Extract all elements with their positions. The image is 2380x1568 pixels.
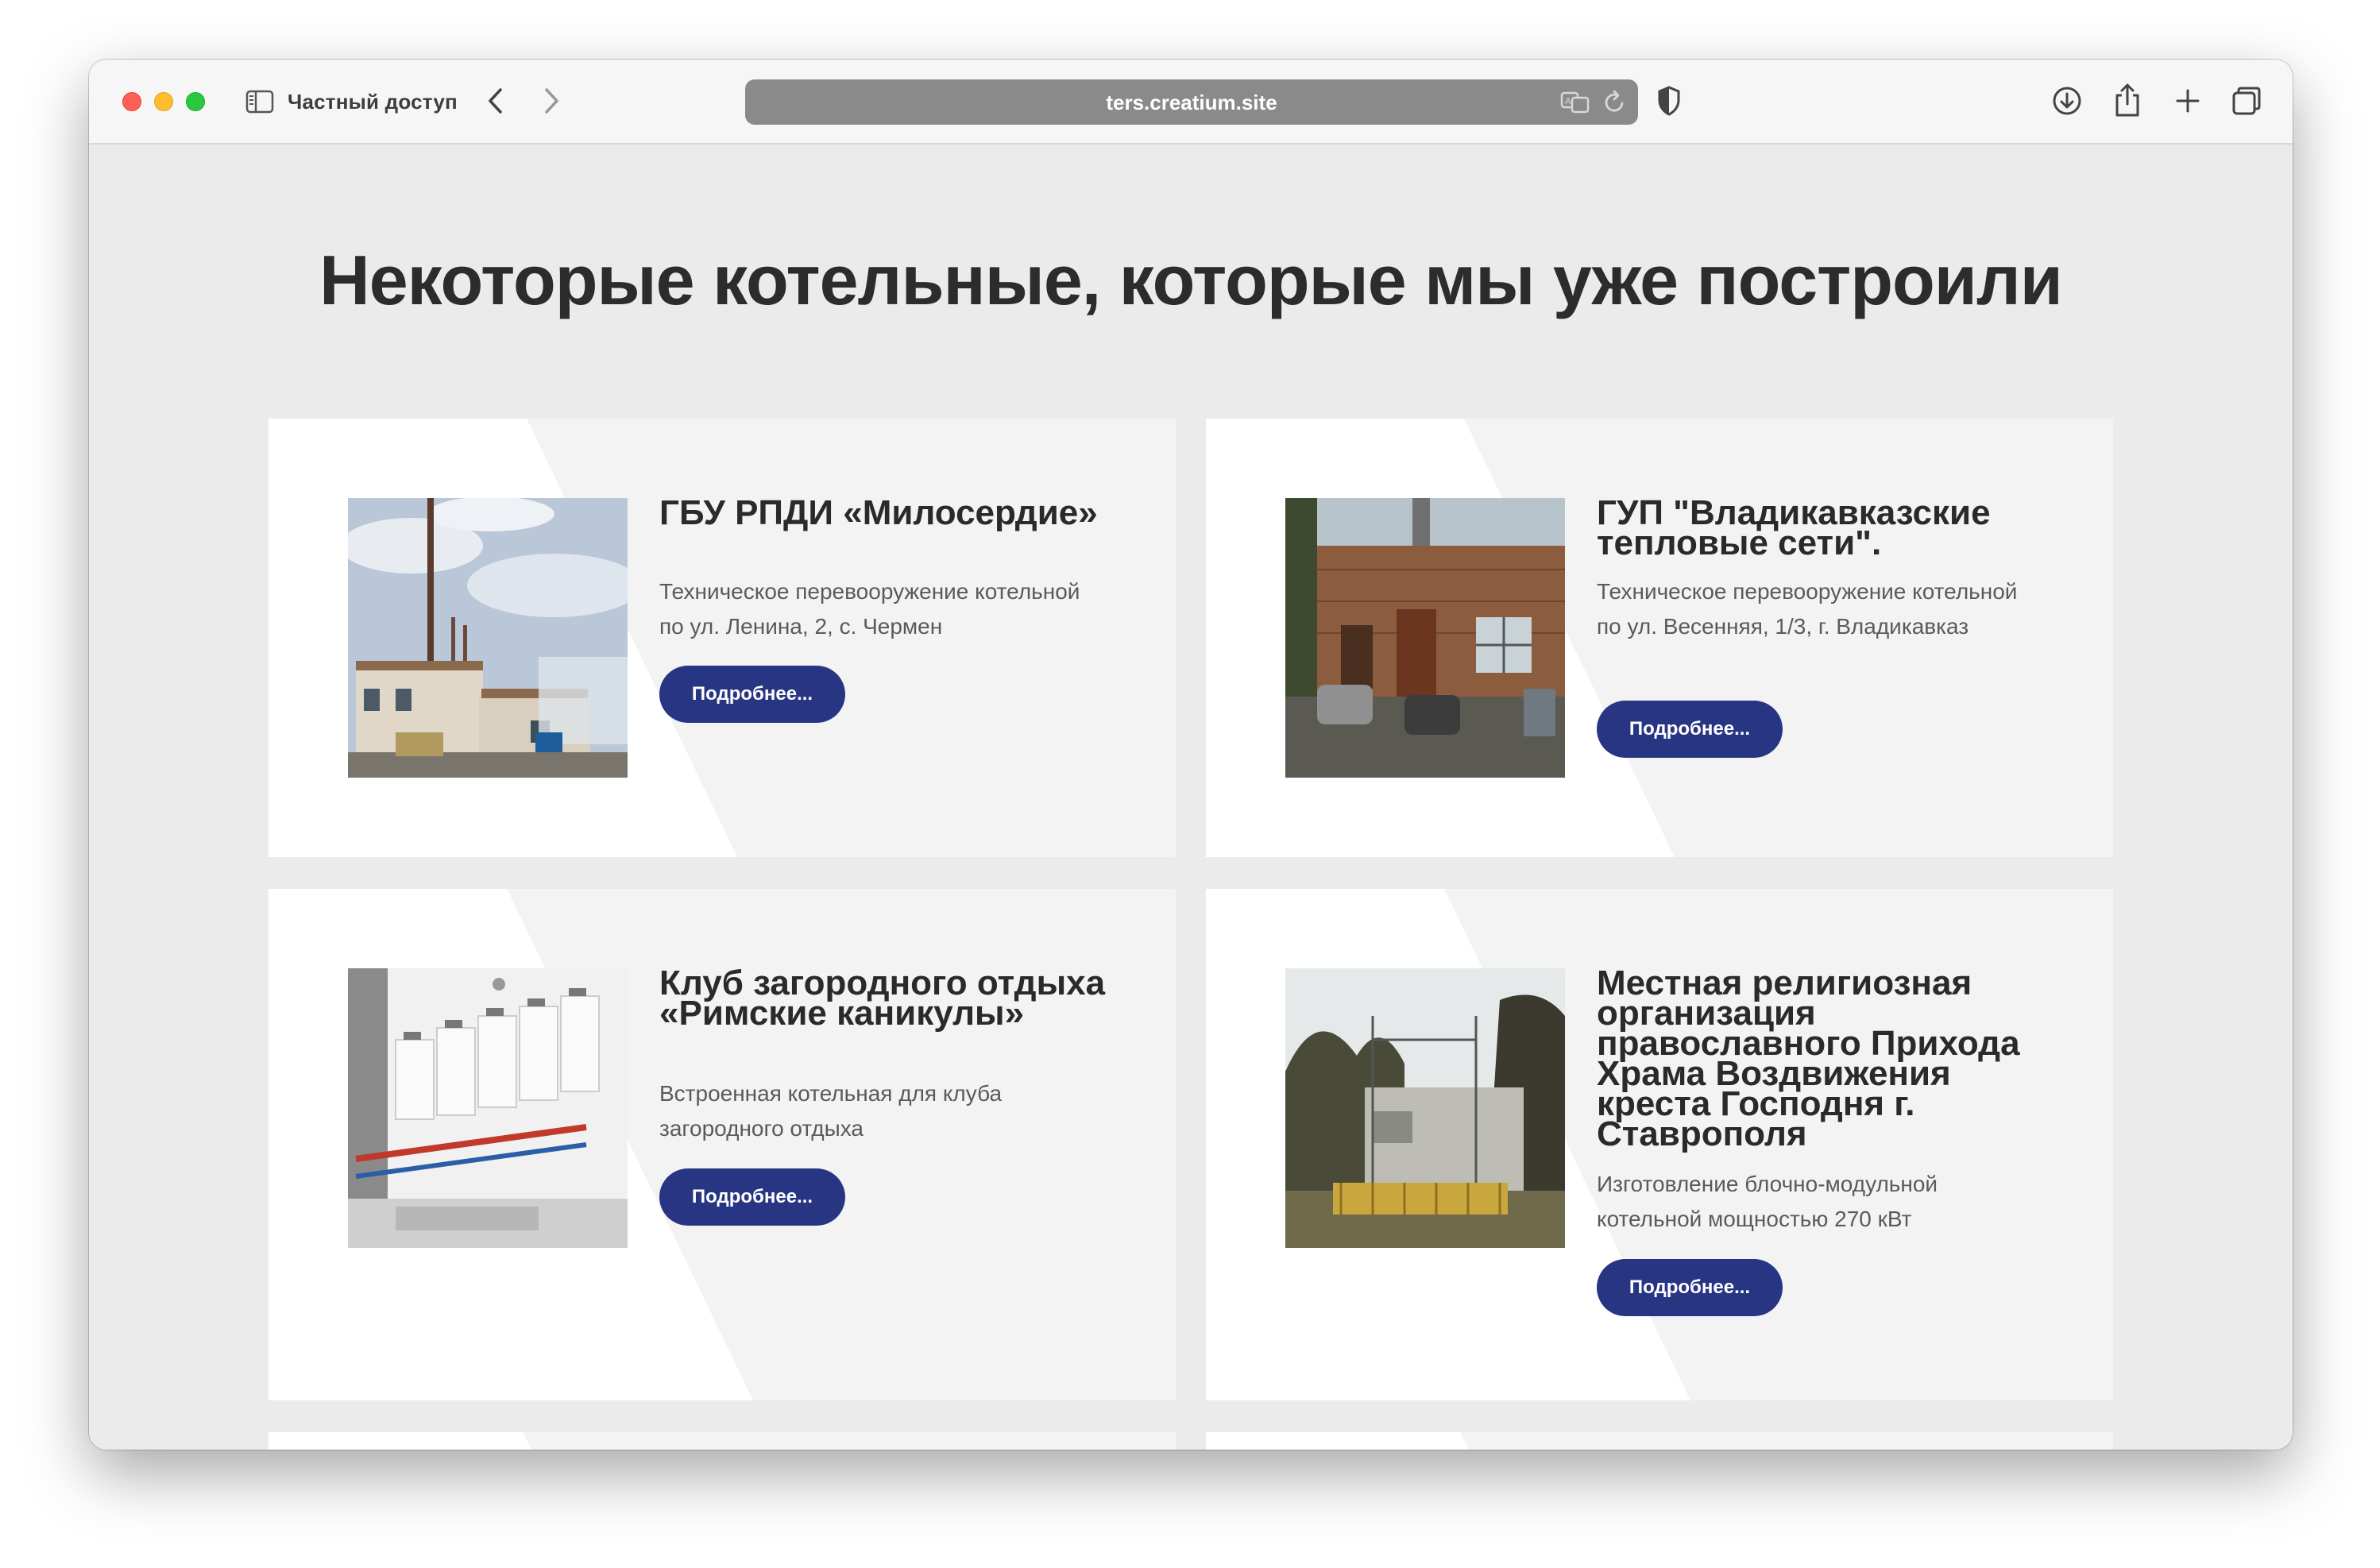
project-photo (1285, 498, 1565, 778)
project-title: ГУП "Владикавказские тепловые сети". (1597, 493, 1991, 562)
new-tab-icon[interactable] (2170, 83, 2205, 118)
project-title: ГБУ РПДИ «Милосердие» (659, 493, 1098, 532)
project-card: Местная религиозная организация правосла… (1206, 889, 2113, 1400)
project-description: Техническое перевооружение котельной по … (659, 579, 1080, 639)
project-photo (348, 968, 628, 1248)
project-description: Изготовление блочно-модульной котельной … (1597, 1172, 1938, 1231)
project-title: Клуб загородного отдыха «Римские каникул… (659, 964, 1106, 1033)
card-background (1460, 1432, 2113, 1450)
more-details-button[interactable]: Подробнее... (1597, 1259, 1783, 1316)
project-card: ГУП "Владикавказские тепловые сети". Тех… (1206, 419, 2113, 857)
project-card-partial (1206, 1432, 2113, 1450)
project-photo (348, 498, 628, 778)
share-icon[interactable] (2111, 80, 2143, 120)
download-icon[interactable] (2050, 83, 2084, 118)
zoom-window-button[interactable] (186, 92, 205, 111)
project-title: Местная религиозная организация правосла… (1597, 964, 2020, 1153)
tabs-overview-icon[interactable] (2229, 83, 2264, 118)
translate-icon[interactable]: A (1560, 90, 1590, 118)
page-content: Некоторые котельные, которые мы уже пост… (89, 146, 2293, 1450)
project-card: ГБУ РПДИ «Милосердие» Техническое перево… (269, 419, 1176, 857)
more-details-button[interactable]: Подробнее... (659, 1168, 845, 1226)
svg-text:A: A (1565, 96, 1571, 106)
more-details-button[interactable]: Подробнее... (659, 666, 845, 723)
sidebar-icon[interactable] (245, 88, 275, 115)
page-title: Некоторые котельные, которые мы уже пост… (319, 241, 2063, 319)
address-bar[interactable]: ters.creatium.site A (745, 79, 1638, 125)
project-card-partial (269, 1432, 1176, 1450)
project-description: Техническое перевооружение котельной по … (1597, 579, 2018, 639)
project-card: Клуб загородного отдыха «Римские каникул… (269, 889, 1176, 1400)
back-icon[interactable] (481, 85, 508, 117)
minimize-window-button[interactable] (154, 92, 173, 111)
private-browsing-label: Частный доступ (288, 90, 458, 114)
shield-icon[interactable] (1656, 83, 1683, 118)
close-window-button[interactable] (122, 92, 141, 111)
project-description: Встроенная котельная для клуба загородно… (659, 1081, 1003, 1141)
browser-window: Частный доступ ters.creatium.site A Неко… (89, 60, 2293, 1450)
card-background (523, 1432, 1176, 1450)
project-photo (1285, 968, 1565, 1248)
more-details-button[interactable]: Подробнее... (1597, 701, 1783, 758)
url-text: ters.creatium.site (1106, 91, 1277, 114)
forward-icon[interactable] (539, 85, 566, 117)
reload-icon[interactable] (1603, 89, 1627, 118)
browser-toolbar: Частный доступ ters.creatium.site A (89, 60, 2293, 145)
